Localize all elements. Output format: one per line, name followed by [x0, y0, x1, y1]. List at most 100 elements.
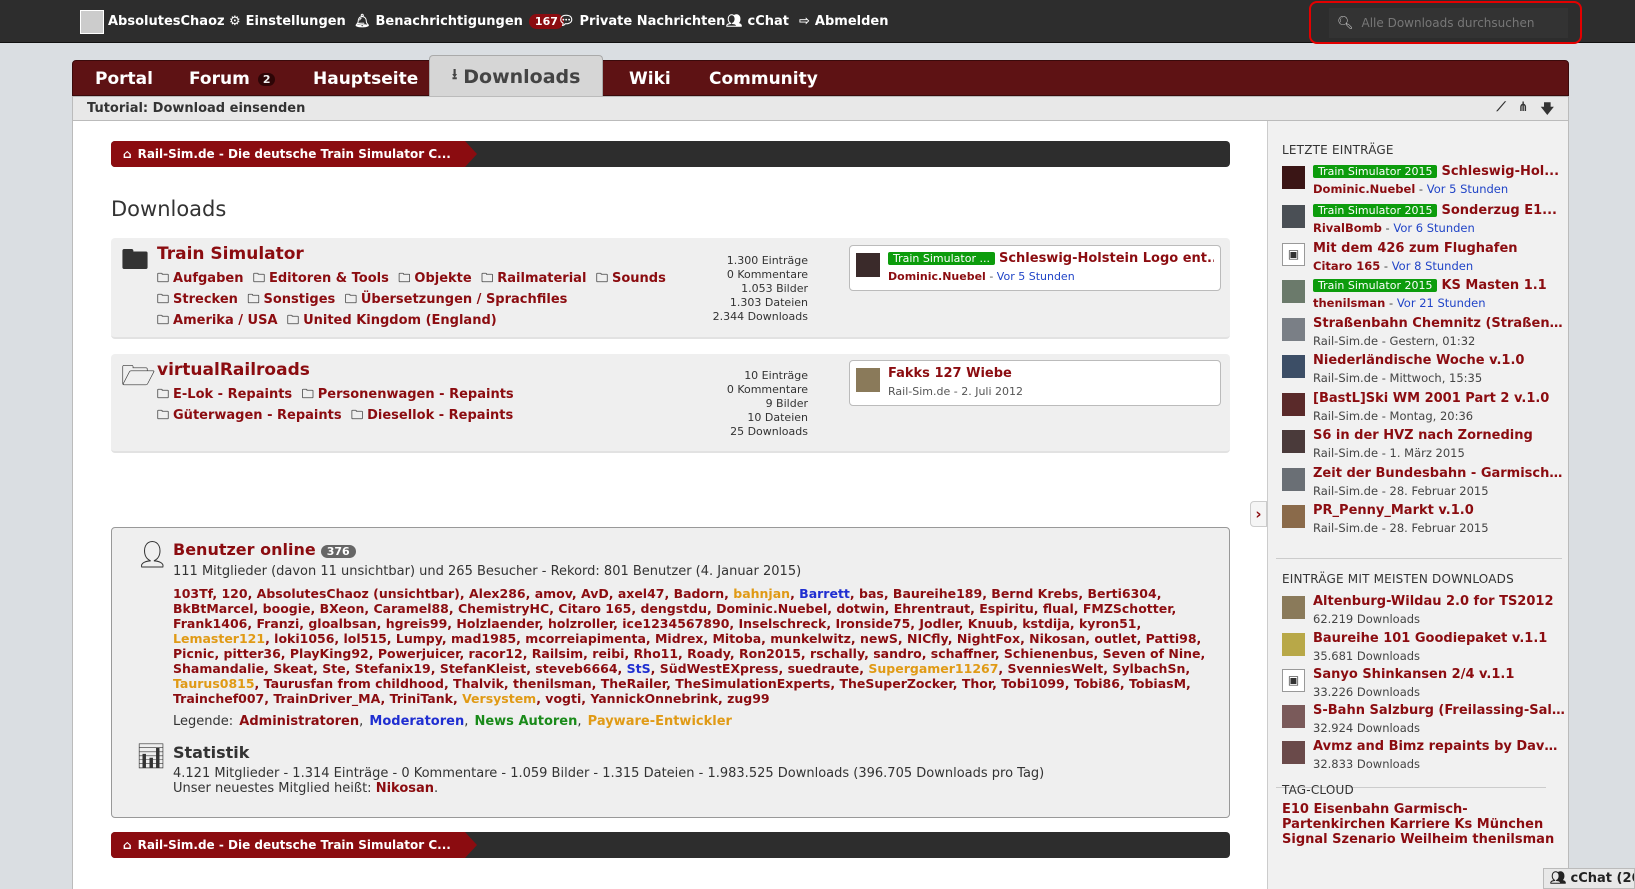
chat-bar[interactable]: 👥︎ cChat (26 [1543, 868, 1635, 889]
user-name-payware: bahnjan [733, 586, 791, 601]
tutorial-link[interactable]: Tutorial: Download einsenden [87, 101, 305, 116]
subcategory[interactable]: 🗀 E-Lok - Repaints [157, 387, 292, 402]
logout-link[interactable]: ⇨ Abmelden [799, 0, 888, 43]
entry-author: Rail-Sim.de [1313, 409, 1379, 423]
entry-downloads: 32.833 Downloads [1313, 757, 1421, 771]
list-item[interactable]: S6 in der HVZ nach Zorneding Rail-Sim.de… [1282, 428, 1566, 464]
entry-thumbnail [1282, 468, 1305, 491]
folder-open-icon: 🗀 [287, 313, 300, 327]
breadcrumb-home[interactable]: ⌂ Rail-Sim.de - Die deutsche Train Simul… [111, 141, 477, 167]
entry-title: Altenburg-Wildau 2.0 for TS2012 [1313, 594, 1554, 609]
list-item[interactable]: Train Simulator 2015 Sonderzug E1... Riva… [1282, 203, 1566, 239]
image-icon: ▣ [1282, 243, 1305, 266]
sitemap-icon[interactable]: ⋔ [1518, 100, 1529, 122]
entry-thumbnail [1282, 430, 1305, 453]
subcategory[interactable]: 🗀 Railmaterial [481, 271, 586, 286]
list-item[interactable]: PR_Penny_Markt v.1.0 Rail-Sim.de - 28. F… [1282, 503, 1566, 539]
category-train-simulator: 🖿 Train Simulator 🗀 Aufgaben 🗀 Editoren & … [111, 238, 1230, 339]
subcategory[interactable]: 🗀 Güterwagen - Repaints [157, 408, 342, 423]
tab-wiki[interactable]: Wiki [629, 61, 671, 97]
tag-cloud-heading: TAG-CLOUD [1282, 783, 1354, 797]
online-users-box: 👤︎ Benutzer online 376 111 Mitglieder (da… [111, 527, 1230, 818]
newest-member[interactable]: Nikosan [376, 781, 434, 796]
statistik-line: 4.121 Mitglieder - 1.314 Einträge - 0 Ko… [173, 766, 1045, 781]
arrow-down-icon[interactable]: 🡇 [1541, 100, 1554, 122]
stat-downloads: 2.344 Downloads [712, 310, 808, 323]
online-title[interactable]: Benutzer online [173, 540, 316, 559]
private-messages-link[interactable]: 💬︎ Private Nachrichten [558, 0, 725, 43]
entry-time: Vor 8 Stunden [1391, 259, 1474, 273]
user-menu[interactable]: AbsolutesChaoz [80, 0, 225, 43]
entry-title: Avmz and Bimz repaints by Dave v... [1313, 739, 1566, 754]
subcategory[interactable]: 🗀 Strecken [157, 292, 238, 307]
subcategory[interactable]: 🗀 Übersetzungen / Sprachfiles [345, 292, 568, 307]
tab-hauptseite[interactable]: Hauptseite [313, 61, 418, 97]
tab-portal[interactable]: Portal [95, 61, 153, 97]
stat-entries: 10 Einträge [744, 369, 808, 382]
logout-label: Abmelden [814, 14, 889, 29]
entry-title: PR_Penny_Markt v.1.0 [1313, 503, 1474, 518]
list-item[interactable]: Baureihe 101 Goodiepaket v.1.1 35.681 Do… [1282, 631, 1566, 667]
list-item[interactable]: Train Simulator 2015 Schleswig-Hol... Dom… [1282, 164, 1566, 200]
stat-images: 9 Bilder [765, 397, 808, 410]
last-entry-time: 2. Juli 2012 [961, 385, 1024, 398]
subcategory-label: Amerika / USA [173, 313, 278, 328]
folder-open-icon: 🗀 [252, 271, 265, 285]
folder-open-icon: 🗀 [157, 408, 170, 422]
entry-thumbnail [1282, 633, 1305, 656]
list-item[interactable]: Straßenbahn Chemnitz (Straßenba... Rail-… [1282, 316, 1566, 352]
list-item[interactable]: ▣ Sanyo Shinkansen 2/4 v.1.1 33.226 Down… [1282, 667, 1566, 703]
stat-entries: 1.300 Einträge [726, 254, 808, 267]
category-title[interactable]: virtualRailroads [157, 360, 310, 380]
list-item[interactable]: Zeit der Bundesbahn - Garmisch v... Rail… [1282, 466, 1566, 502]
gears-icon: ⚙ [229, 14, 241, 29]
entry-author[interactable]: thenilsman [1313, 296, 1385, 310]
last-entry-box[interactable]: Fakks 127 Wiebe Rail-Sim.de - 2. Juli 20… [849, 360, 1221, 406]
users-icon: 👥︎ [1550, 871, 1567, 886]
subcategory[interactable]: 🗀 Sounds [596, 271, 666, 286]
last-entry-author[interactable]: Dominic.Nuebel [888, 270, 986, 283]
sidebar-toggle-chevron-icon[interactable]: › [1250, 501, 1267, 527]
image-icon: ▣ [1282, 669, 1305, 692]
tab-community[interactable]: Community [709, 61, 818, 97]
list-item[interactable]: Niederländische Woche v.1.0 Rail-Sim.de … [1282, 353, 1566, 389]
entry-author: Rail-Sim.de [1313, 484, 1379, 498]
search-input[interactable]: 🔍︎ Alle Downloads durchsuchen [1329, 8, 1568, 38]
last-entry-box[interactable]: Train Simulator ... Schleswig-Holstein Lo… [849, 245, 1221, 291]
list-item[interactable]: ▣ Mit dem 426 zum Flughafen Citaro 165 -… [1282, 241, 1566, 277]
folder-open-icon: 🗀 [351, 408, 364, 422]
list-item[interactable]: [BastL]Ski WM 2001 Part 2 v.1.0 Rail-Sim… [1282, 391, 1566, 427]
breadcrumb-home[interactable]: ⌂ Rail-Sim.de - Die deutsche Train Simul… [111, 832, 477, 858]
subcategory[interactable]: 🗀 Objekte [398, 271, 471, 286]
subcategory[interactable]: 🗀 Sonstiges [247, 292, 335, 307]
tag-cloud[interactable]: E10 Eisenbahn Garmisch-Partenkirchen Kar… [1282, 802, 1564, 847]
user-names: , vogti, YannickOnnebrink, zug99 [536, 691, 770, 706]
online-user-list[interactable]: 103Tf, 120, AbsolutesChaoz (unsichtbar),… [173, 586, 1213, 706]
category-title[interactable]: Train Simulator [157, 244, 304, 264]
subcategory[interactable]: 🗀 Diesellok - Repaints [351, 408, 513, 423]
subcategory[interactable]: 🗀 United Kingdom (England) [287, 313, 497, 328]
subcategory-list: 🗀 E-Lok - Repaints 🗀 Personenwagen - Repai… [157, 384, 677, 426]
list-item[interactable]: Train Simulator 2015 KS Masten 1.1 thenil… [1282, 278, 1566, 314]
chat-link[interactable]: 👥︎ cChat [726, 0, 789, 43]
user-name-payware: Lemaster121 [173, 631, 266, 646]
tab-downloads[interactable]: ⭳ Downloads [429, 55, 604, 97]
tab-forum[interactable]: Forum 2 [189, 61, 276, 97]
subcategory[interactable]: 🗀 Aufgaben [157, 271, 243, 286]
list-item[interactable]: Avmz and Bimz repaints by Dave v... 32.8… [1282, 739, 1566, 775]
subcategory-label: Diesellok - Repaints [367, 408, 514, 423]
entry-author[interactable]: Citaro 165 [1313, 259, 1380, 273]
list-item[interactable]: Altenburg-Wildau 2.0 for TS2012 62.219 D… [1282, 594, 1566, 630]
notifications-link[interactable]: 🔔︎ Benachrichtigungen 167 [354, 0, 564, 43]
folder-open-icon: 🗀 [344, 292, 357, 306]
subcategory[interactable]: 🗀 Editoren & Tools [253, 271, 389, 286]
entry-author[interactable]: RivalBomb [1313, 221, 1382, 235]
rss-icon[interactable]: ⟋ [1497, 100, 1506, 122]
entry-title: Sonderzug E1... [1441, 203, 1557, 218]
chat-bar-label: cChat (26 [1570, 871, 1635, 886]
list-item[interactable]: S-Bahn Salzburg (Freilassing-Salz... 32.… [1282, 703, 1566, 739]
entry-author[interactable]: Dominic.Nuebel [1313, 182, 1415, 196]
settings-link[interactable]: ⚙ Einstellungen [229, 0, 346, 43]
subcategory[interactable]: 🗀 Amerika / USA [157, 313, 278, 328]
subcategory[interactable]: 🗀 Personenwagen - Repaints [302, 387, 514, 402]
